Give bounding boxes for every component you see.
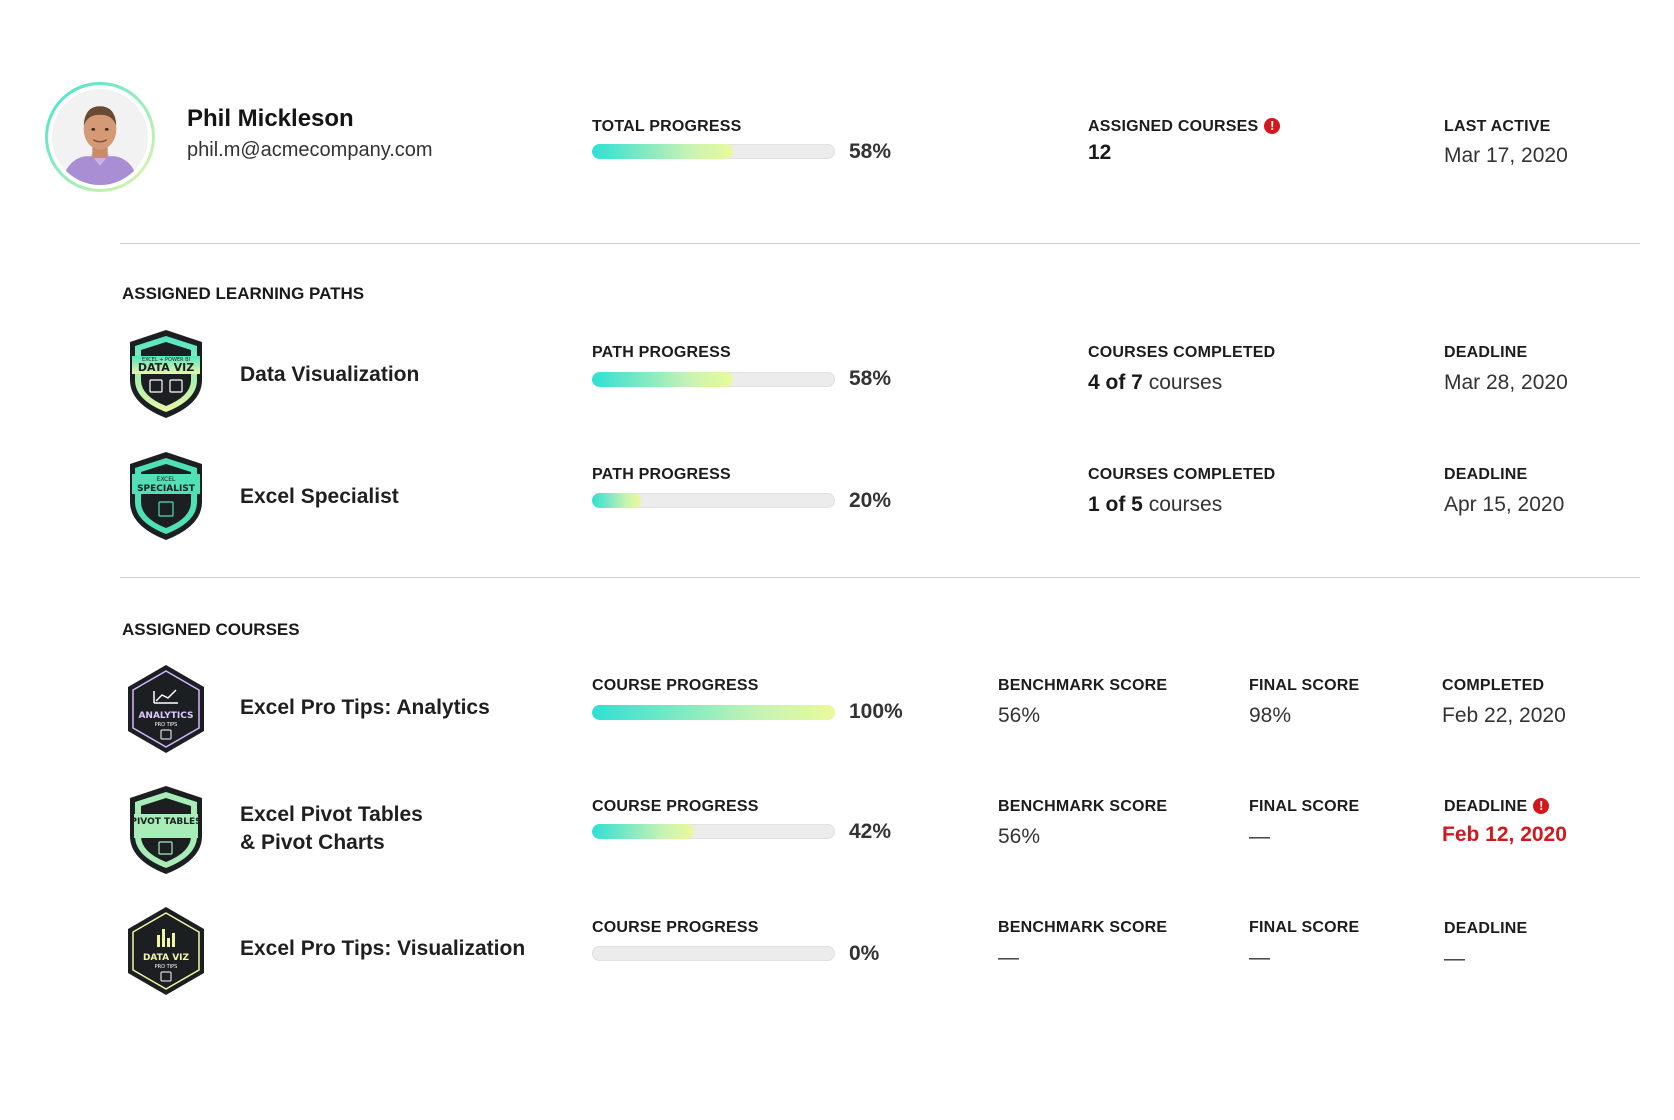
deadline-label: DEADLINE xyxy=(1444,466,1528,483)
path-title[interactable]: Data Visualization xyxy=(240,361,419,389)
courses-completed-value: 1 of 5 courses xyxy=(1088,493,1223,516)
badge-main-text: DATA VIZ xyxy=(138,361,194,374)
courses-completed-label: COURSES COMPLETED xyxy=(1088,466,1276,483)
data-viz-path-badge-icon: EXCEL + POWER BI DATA VIZ xyxy=(130,330,202,418)
course-title-line1[interactable]: Excel Pivot Tables xyxy=(240,801,423,829)
path-title[interactable]: Excel Specialist xyxy=(240,483,399,511)
analytics-course-badge-icon: ANALYTICS PRO TIPS xyxy=(128,665,204,753)
benchmark-score-value: 56% xyxy=(998,825,1041,848)
data-viz-course-badge-icon: DATA VIZ PRO TIPS xyxy=(128,907,204,995)
path-progress-label: PATH PROGRESS xyxy=(592,344,731,361)
badge-main-text: SPECIALIST xyxy=(137,484,196,494)
user-photo xyxy=(52,89,148,185)
path-progress-label: PATH PROGRESS xyxy=(592,466,731,483)
path-progress-percent: 58% xyxy=(849,367,892,390)
user-avatar xyxy=(45,82,155,192)
final-score-label: FINAL SCORE xyxy=(1249,677,1360,694)
benchmark-score-label: BENCHMARK SCORE xyxy=(998,919,1168,936)
course-title-line2[interactable]: & Pivot Charts xyxy=(240,829,385,857)
alert-icon: ! xyxy=(1533,798,1550,814)
user-name: Phil Mickleson xyxy=(187,105,354,132)
benchmark-score-label: BENCHMARK SCORE xyxy=(998,798,1168,815)
course-progress-percent: 42% xyxy=(849,820,892,843)
path-progress-bar xyxy=(592,372,835,387)
course-progress-bar xyxy=(592,824,835,839)
divider xyxy=(120,577,1640,578)
deadline-value-overdue: Feb 12, 2020 xyxy=(1442,823,1567,846)
course-progress-percent: 100% xyxy=(849,700,903,723)
excel-specialist-badge-icon: EXCEL SPECIALIST xyxy=(130,452,202,540)
path-progress-fill xyxy=(592,493,641,508)
final-score-value: — xyxy=(1249,946,1270,969)
course-title[interactable]: Excel Pro Tips: Visualization xyxy=(240,935,525,963)
course-progress-bar xyxy=(592,946,835,961)
badge-top-text: EXCEL xyxy=(157,476,176,483)
completed-label: COMPLETED xyxy=(1442,677,1545,694)
pivot-tables-badge-icon: PIVOT TABLES xyxy=(130,786,202,874)
badge-main-text: PIVOT TABLES xyxy=(130,817,201,827)
total-progress-fill xyxy=(592,144,733,159)
deadline-value: Mar 28, 2020 xyxy=(1444,371,1568,394)
path-progress-bar xyxy=(592,493,835,508)
alert-icon: ! xyxy=(1264,118,1281,134)
course-progress-fill xyxy=(592,824,695,839)
course-progress-label: COURSE PROGRESS xyxy=(592,798,759,815)
final-score-label: FINAL SCORE xyxy=(1249,919,1360,936)
courses-completed-value: 4 of 7 courses xyxy=(1088,371,1223,394)
last-active-value: Mar 17, 2020 xyxy=(1444,144,1568,167)
total-progress-label: TOTAL PROGRESS xyxy=(592,118,742,135)
path-progress-percent: 20% xyxy=(849,489,892,512)
total-progress-bar xyxy=(592,144,835,159)
assigned-courses-count: 12 xyxy=(1088,141,1112,164)
benchmark-score-value: 56% xyxy=(998,704,1041,727)
course-progress-label: COURSE PROGRESS xyxy=(592,919,759,936)
courses-title: ASSIGNED COURSES xyxy=(122,620,300,639)
badge-sub-text: PRO TIPS xyxy=(155,964,178,970)
course-progress-percent: 0% xyxy=(849,942,880,965)
final-score-value: 98% xyxy=(1249,704,1292,727)
benchmark-score-value: — xyxy=(998,946,1019,969)
final-score-value: — xyxy=(1249,825,1270,848)
path-progress-fill xyxy=(592,372,733,387)
course-progress-label: COURSE PROGRESS xyxy=(592,677,759,694)
last-active-label: LAST ACTIVE xyxy=(1444,118,1551,135)
course-progress-bar xyxy=(592,705,835,720)
assigned-courses-label: ASSIGNED COURSES! xyxy=(1088,118,1281,136)
deadline-value: Apr 15, 2020 xyxy=(1444,493,1565,516)
deadline-label: DEADLINE xyxy=(1444,920,1528,937)
benchmark-score-label: BENCHMARK SCORE xyxy=(998,677,1168,694)
deadline-value: — xyxy=(1444,947,1465,970)
course-progress-fill xyxy=(592,705,835,720)
user-email: phil.m@acmecompany.com xyxy=(187,139,433,161)
courses-completed-label: COURSES COMPLETED xyxy=(1088,344,1276,361)
completed-value: Feb 22, 2020 xyxy=(1442,704,1566,727)
deadline-label: DEADLINE! xyxy=(1444,798,1550,816)
course-title[interactable]: Excel Pro Tips: Analytics xyxy=(240,694,490,722)
deadline-label: DEADLINE xyxy=(1444,344,1528,361)
badge-main-text: DATA VIZ xyxy=(143,953,190,963)
divider xyxy=(120,243,1640,244)
total-progress-percent: 58% xyxy=(849,140,892,163)
badge-sub-text: PRO TIPS xyxy=(155,722,178,728)
badge-main-text: ANALYTICS xyxy=(138,711,193,721)
learning-paths-title: ASSIGNED LEARNING PATHS xyxy=(122,284,365,303)
final-score-label: FINAL SCORE xyxy=(1249,798,1360,815)
